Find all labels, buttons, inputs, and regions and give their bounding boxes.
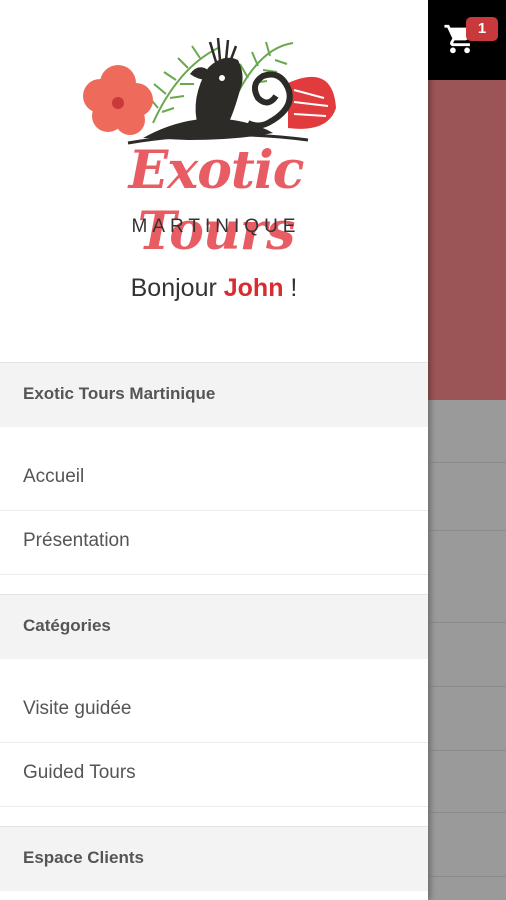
divider — [430, 812, 506, 813]
user-name: John — [223, 274, 284, 302]
menu-item-accueil[interactable]: Accueil — [0, 446, 428, 511]
menu-item-visite-guidee[interactable]: Visite guidée — [0, 678, 428, 743]
menu-item-label: Accueil — [23, 466, 85, 487]
menu-item-presentation[interactable]: Présentation — [0, 510, 428, 575]
logo-title: Exotic Tours — [128, 140, 305, 262]
menu-item-guided-tours[interactable]: Guided Tours — [0, 742, 428, 807]
divider — [430, 622, 506, 623]
section-header-categories: Catégories — [0, 594, 428, 659]
navigation-drawer: Exotic Tours MARTINIQUE Bonjour John ! E… — [0, 0, 428, 900]
section-title: Catégories — [23, 616, 111, 635]
menu-item-label: Guided Tours — [23, 762, 136, 783]
greeting-prefix: Bonjour — [130, 274, 224, 302]
section-title: Exotic Tours Martinique — [23, 384, 216, 403]
section-header-exotic-tours: Exotic Tours Martinique — [0, 362, 428, 427]
cart-count-badge: 1 — [466, 17, 498, 41]
user-greeting: Bonjour John ! — [0, 274, 428, 303]
section-title: Espace Clients — [23, 848, 144, 867]
menu-item-label: Présentation — [23, 530, 130, 551]
logo-subtitle: MARTINIQUE — [131, 216, 301, 237]
greeting-suffix: ! — [283, 274, 298, 302]
divider — [430, 462, 506, 463]
divider — [430, 530, 506, 531]
divider — [430, 750, 506, 751]
logo-illustration — [83, 37, 336, 145]
divider — [430, 686, 506, 687]
divider — [430, 876, 506, 877]
section-header-espace-clients: Espace Clients — [0, 826, 428, 891]
menu-item-label: Visite guidée — [23, 698, 132, 719]
exotic-tours-logo: Exotic Tours MARTINIQUE — [58, 28, 374, 262]
